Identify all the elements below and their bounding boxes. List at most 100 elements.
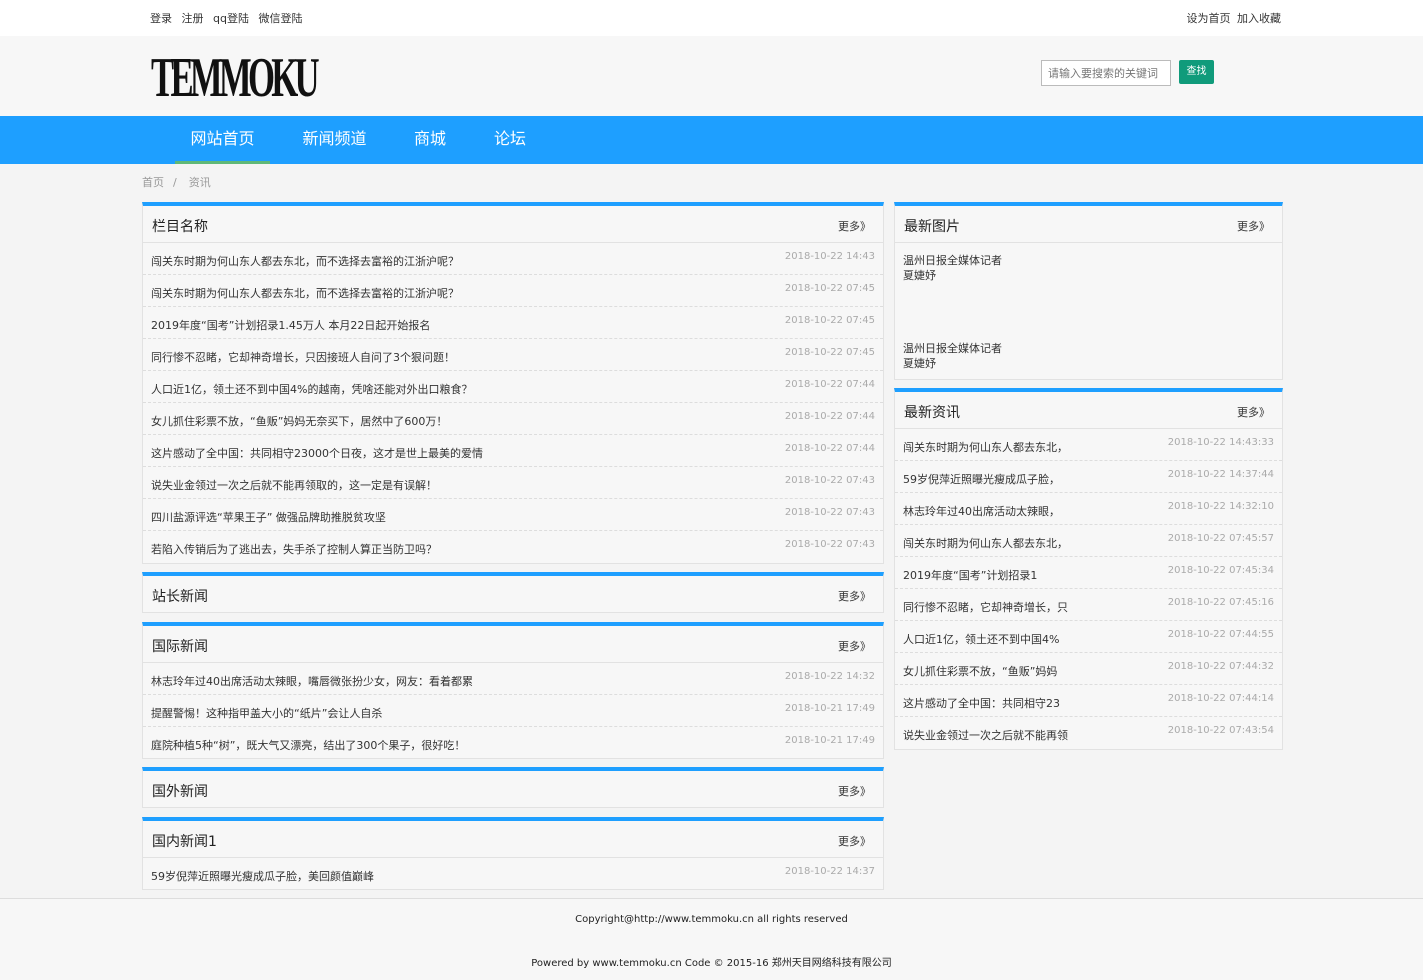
article-title-link[interactable]: 说失业金领过一次之后就不能再领 <box>903 727 1068 743</box>
list-item[interactable]: 闯关东时期为何山东人都去东北， 2018-10-22 07:45:57 <box>895 525 1282 557</box>
list-item[interactable]: 人口近1亿，领土还不到中国4%的越南，凭啥还能对外出口粮食？ 2018-10-22… <box>143 371 883 403</box>
article-title-link[interactable]: 这片感动了全中国：共同相守23000个日夜，这才是世上最美的爱情 <box>151 445 483 461</box>
copyright-text: Copyright@http://www.temmoku.cn all righ… <box>575 914 848 925</box>
list-item[interactable]: 说失业金领过一次之后就不能再领 2018-10-22 07:43:54 <box>895 717 1282 749</box>
list-item[interactable]: 说失业金领过一次之后就不能再领取的，这一定是有误解！ 2018-10-22 07:… <box>143 467 883 499</box>
list-item[interactable]: 这片感动了全中国：共同相守23000个日夜，这才是世上最美的爱情 2018-10-… <box>143 435 883 467</box>
article-title-link[interactable]: 女儿抓住彩票不放，“鱼贩”妈妈无奈买下，居然中了600万！ <box>151 413 447 429</box>
breadcrumb-separator: / <box>173 176 177 189</box>
article-date: 2018-10-22 07:43:54 <box>1167 725 1274 736</box>
register-link[interactable]: 注册 <box>182 12 204 25</box>
list-item[interactable]: 女儿抓住彩票不放，“鱼贩”妈妈 2018-10-22 07:44:32 <box>895 653 1282 685</box>
list-item[interactable]: 提醒警惕！这种指甲盖大小的“纸片”会让人自杀 2018-10-21 17:49 <box>143 695 883 727</box>
account-links: 登录 注册 qq登陆 微信登陆 <box>150 10 308 26</box>
more-link[interactable]: 更多》 <box>1237 218 1270 234</box>
list-item[interactable]: 闯关东时期为何山东人都去东北，而不选择去富裕的江浙沪呢？ 2018-10-22 0… <box>143 275 883 307</box>
site-header: TEMMOKU 查找 <box>0 36 1423 116</box>
article-title-link[interactable]: 人口近1亿，领土还不到中国4% <box>903 631 1059 647</box>
article-title-link[interactable]: 2019年度“国考”计划招录1.45万人 本月22日起开始报名 <box>151 317 430 333</box>
more-link[interactable]: 更多》 <box>838 783 871 799</box>
list-item[interactable]: 2019年度“国考”计划招录1.45万人 本月22日起开始报名 2018-10-2… <box>143 307 883 339</box>
search-input[interactable] <box>1041 60 1171 86</box>
list-item[interactable]: 若陷入传销后为了逃出去，失手杀了控制人算正当防卫吗？ 2018-10-22 07:… <box>143 531 883 563</box>
list-item[interactable]: 林志玲年过40出席活动太辣眼， 2018-10-22 14:32:10 <box>895 493 1282 525</box>
picture-caption-author: 夏婕妤 <box>903 357 936 370</box>
list-item[interactable]: 这片感动了全中国：共同相守23 2018-10-22 07:44:14 <box>895 685 1282 717</box>
list-item[interactable]: 闯关东时期为何山东人都去东北，而不选择去富裕的江浙沪呢？ 2018-10-22 1… <box>143 243 883 275</box>
article-date: 2018-10-21 17:49 <box>784 703 875 714</box>
nav-item-forum[interactable]: 论坛 <box>480 116 540 164</box>
more-link[interactable]: 更多》 <box>838 833 871 849</box>
article-title-link[interactable]: 59岁倪萍近照曝光瘦成瓜子脸，美回颜值巅峰 <box>151 868 374 884</box>
article-date: 2018-10-22 07:45:16 <box>1167 597 1274 608</box>
list-item[interactable]: 闯关东时期为何山东人都去东北， 2018-10-22 14:43:33 <box>895 429 1282 461</box>
article-list: 59岁倪萍近照曝光瘦成瓜子脸，美回颜值巅峰 2018-10-22 14:37 <box>143 858 883 890</box>
panel-header: 站长新闻 更多》 <box>143 576 883 613</box>
article-date: 2018-10-22 07:44:55 <box>1167 629 1274 640</box>
breadcrumb-home[interactable]: 首页 <box>142 176 164 189</box>
article-title-link[interactable]: 闯关东时期为何山东人都去东北， <box>903 535 1068 551</box>
article-title-link[interactable]: 若陷入传销后为了逃出去，失手杀了控制人算正当防卫吗？ <box>151 541 437 557</box>
article-title-link[interactable]: 林志玲年过40出席活动太辣眼， <box>903 503 1060 519</box>
article-title-link[interactable]: 同行惨不忍睹，它却神奇增长，只因接班人自问了3个狠问题！ <box>151 349 455 365</box>
list-item[interactable]: 林志玲年过40出席活动太辣眼，嘴唇微张扮少女，网友：看着都累 2018-10-22… <box>143 663 883 695</box>
nav-item-home[interactable]: 网站首页 <box>175 116 270 164</box>
article-date: 2018-10-22 07:44 <box>784 411 875 422</box>
article-title-link[interactable]: 说失业金领过一次之后就不能再领取的，这一定是有误解！ <box>151 477 437 493</box>
article-title-link[interactable]: 闯关东时期为何山东人都去东北， <box>903 439 1068 455</box>
article-title-link[interactable]: 59岁倪萍近照曝光瘦成瓜子脸， <box>903 471 1060 487</box>
article-title-link[interactable]: 闯关东时期为何山东人都去东北，而不选择去富裕的江浙沪呢？ <box>151 285 459 301</box>
list-item[interactable]: 女儿抓住彩票不放，“鱼贩”妈妈无奈买下，居然中了600万！ 2018-10-22 … <box>143 403 883 435</box>
article-date: 2018-10-22 07:43 <box>784 475 875 486</box>
panel-title: 国内新闻1 <box>152 834 217 850</box>
article-title-link[interactable]: 庭院种植5种“树”，既大气又漂亮，结出了300个果子，很好吃！ <box>151 737 465 753</box>
more-link[interactable]: 更多》 <box>838 588 871 604</box>
article-title-link[interactable]: 提醒警惕！这种指甲盖大小的“纸片”会让人自杀 <box>151 705 382 721</box>
more-link[interactable]: 更多》 <box>1237 404 1270 420</box>
nav-item-mall[interactable]: 商城 <box>400 116 460 164</box>
article-title-link[interactable]: 四川盐源评选“苹果王子” 做强品牌助推脱贫攻坚 <box>151 509 386 525</box>
panel-header: 国外新闻 更多》 <box>143 771 883 808</box>
article-title-link[interactable]: 人口近1亿，领土还不到中国4%的越南，凭啥还能对外出口粮食？ <box>151 381 472 397</box>
panel-header: 栏目名称 更多》 <box>143 206 883 243</box>
site-logo[interactable]: TEMMOKU <box>151 50 320 106</box>
picture-item[interactable]: 温州日报全媒体记者 夏婕妤 <box>895 243 1282 331</box>
article-title-link[interactable]: 女儿抓住彩票不放，“鱼贩”妈妈 <box>903 663 1057 679</box>
list-item[interactable]: 人口近1亿，领土还不到中国4% 2018-10-22 07:44:55 <box>895 621 1282 653</box>
more-link[interactable]: 更多》 <box>838 638 871 654</box>
list-item[interactable]: 同行惨不忍睹，它却神奇增长，只 2018-10-22 07:45:16 <box>895 589 1282 621</box>
breadcrumb-current: 资讯 <box>188 176 211 189</box>
picture-caption-author: 夏婕妤 <box>903 269 936 282</box>
more-link[interactable]: 更多》 <box>838 218 871 234</box>
article-date: 2018-10-22 07:44 <box>784 443 875 454</box>
login-link[interactable]: 登录 <box>150 12 172 25</box>
latest-pictures-panel: 最新图片 更多》 温州日报全媒体记者 夏婕妤 温州日报全媒体记者 夏婕妤 <box>894 202 1283 380</box>
list-item[interactable]: 四川盐源评选“苹果王子” 做强品牌助推脱贫攻坚 2018-10-22 07:43 <box>143 499 883 531</box>
article-date: 2018-10-22 07:43 <box>784 507 875 518</box>
article-date: 2018-10-22 07:43 <box>784 539 875 550</box>
article-date: 2018-10-22 07:45 <box>784 283 875 294</box>
main-nav: 网站首页 新闻频道 商城 论坛 <box>0 116 1423 164</box>
list-item[interactable]: 59岁倪萍近照曝光瘦成瓜子脸， 2018-10-22 14:37:44 <box>895 461 1282 493</box>
article-title-link[interactable]: 2019年度“国考”计划招录1 <box>903 567 1037 583</box>
list-item[interactable]: 59岁倪萍近照曝光瘦成瓜子脸，美回颜值巅峰 2018-10-22 14:37 <box>143 858 883 890</box>
panel-title: 国外新闻 <box>152 784 208 800</box>
list-item[interactable]: 庭院种植5种“树”，既大气又漂亮，结出了300个果子，很好吃！ 2018-10-2… <box>143 727 883 759</box>
article-title-link[interactable]: 闯关东时期为何山东人都去东北，而不选择去富裕的江浙沪呢？ <box>151 253 459 269</box>
search-button[interactable]: 查找 <box>1179 60 1214 84</box>
article-title-link[interactable]: 这片感动了全中国：共同相守23 <box>903 695 1060 711</box>
article-date: 2018-10-22 07:45:34 <box>1167 565 1274 576</box>
set-home-link[interactable]: 设为首页 <box>1187 12 1231 25</box>
article-title-link[interactable]: 同行惨不忍睹，它却神奇增长，只 <box>903 599 1068 615</box>
list-item[interactable]: 同行惨不忍睹，它却神奇增长，只因接班人自问了3个狠问题！ 2018-10-22 0… <box>143 339 883 371</box>
nav-item-news[interactable]: 新闻频道 <box>287 116 382 164</box>
panel-title: 国际新闻 <box>152 639 208 655</box>
article-list: 闯关东时期为何山东人都去东北，而不选择去富裕的江浙沪呢？ 2018-10-22 1… <box>143 243 883 563</box>
wechat-login-link[interactable]: 微信登陆 <box>258 12 302 25</box>
top-bar: 登录 注册 qq登陆 微信登陆 设为首页 加入收藏 <box>0 0 1423 36</box>
article-title-link[interactable]: 林志玲年过40出席活动太辣眼，嘴唇微张扮少女，网友：看着都累 <box>151 673 473 689</box>
qq-login-link[interactable]: qq登陆 <box>213 12 249 25</box>
article-date: 2018-10-22 14:37 <box>784 866 875 877</box>
list-item[interactable]: 2019年度“国考”计划招录1 2018-10-22 07:45:34 <box>895 557 1282 589</box>
add-favorite-link[interactable]: 加入收藏 <box>1237 12 1281 25</box>
